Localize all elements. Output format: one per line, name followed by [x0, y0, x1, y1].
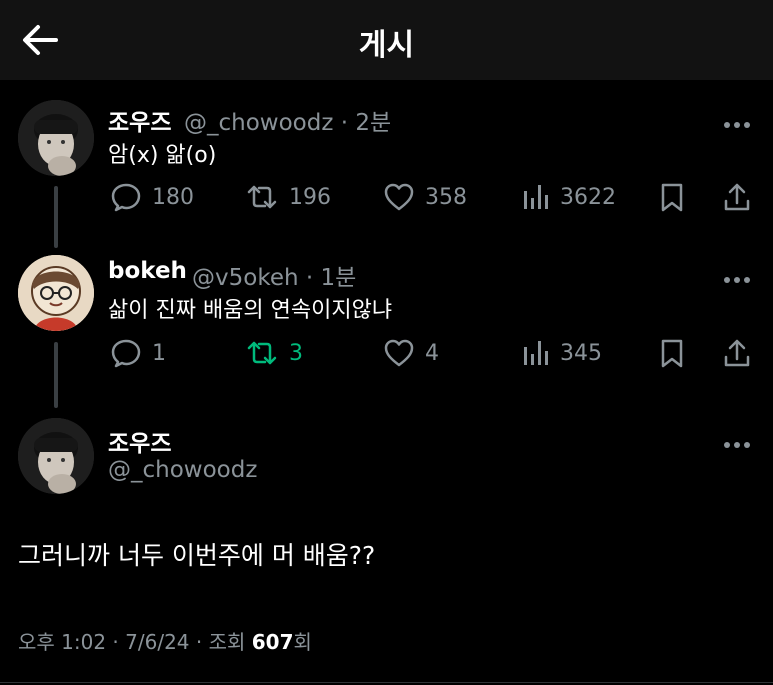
avatar[interactable] — [18, 100, 94, 176]
repost-icon — [247, 185, 277, 209]
avatar[interactable] — [18, 418, 94, 494]
repost-count: 3 — [289, 340, 303, 366]
post-timestamp-views: 오후 1:02 · 7/6/24 · 조회 607회 — [18, 626, 312, 655]
repost-count: 196 — [289, 184, 331, 210]
bookmark-button[interactable] — [660, 336, 684, 370]
analytics-icon — [524, 185, 548, 209]
like-button[interactable]: 4 — [383, 336, 439, 370]
bookmark-icon — [661, 339, 683, 368]
top-bar: 게시 — [0, 0, 773, 80]
view-count: 3622 — [560, 184, 616, 210]
view-count: 345 — [560, 340, 602, 366]
share-button[interactable] — [722, 336, 752, 370]
post-text: 암(x) 앎(o) — [108, 143, 217, 168]
reply-button[interactable]: 1 — [110, 336, 166, 370]
author-name[interactable]: 조우즈 — [108, 424, 171, 458]
reply-count: 180 — [152, 184, 194, 210]
avatar-photo — [18, 100, 94, 176]
avatar-illustration — [18, 255, 94, 331]
thread-line — [54, 342, 58, 408]
repost-button[interactable]: 3 — [245, 336, 303, 370]
bookmark-button[interactable] — [660, 180, 684, 214]
bookmark-icon — [661, 183, 683, 212]
like-count: 358 — [425, 184, 467, 210]
like-button[interactable]: 358 — [383, 180, 467, 214]
author-name[interactable]: bokeh — [108, 258, 187, 284]
more-options-button[interactable] — [724, 268, 756, 283]
repost-button[interactable]: 196 — [245, 180, 331, 214]
reply-count: 1 — [152, 340, 166, 366]
author-handle[interactable]: @_chowoodz — [108, 457, 257, 483]
main-post-text: 그러니까 너두 이번주에 머 배움?? — [18, 541, 376, 570]
views-suffix: 회 — [293, 630, 312, 654]
views-button[interactable]: 345 — [522, 336, 602, 370]
like-count: 4 — [425, 340, 439, 366]
view-count[interactable]: 607 — [252, 630, 294, 654]
share-icon — [724, 339, 750, 367]
author-handle-time[interactable]: @v5okeh · 1분 — [192, 258, 356, 292]
post-text: 삶이 진짜 배움의 연속이지않냐 — [108, 298, 393, 323]
thread-line — [54, 186, 58, 248]
avatar-photo — [18, 418, 94, 494]
heart-icon — [384, 339, 414, 367]
more-options-button[interactable] — [724, 433, 756, 448]
share-button[interactable] — [722, 180, 752, 214]
avatar[interactable] — [18, 255, 94, 331]
author-handle-time[interactable]: @_chowoodz · 2분 — [184, 103, 391, 137]
share-icon — [724, 183, 750, 211]
author-name[interactable]: 조우즈 — [108, 103, 171, 137]
views-button[interactable]: 3622 — [522, 180, 616, 214]
more-options-button[interactable] — [724, 113, 756, 128]
reply-icon — [111, 339, 141, 368]
repost-icon — [247, 341, 277, 365]
analytics-icon — [524, 341, 548, 365]
divider — [0, 682, 773, 683]
page-title: 게시 — [358, 28, 415, 63]
timestamp: 오후 1:02 · 7/6/24 · 조회 — [18, 630, 252, 654]
heart-icon — [384, 183, 414, 211]
reply-button[interactable]: 180 — [110, 180, 194, 214]
reply-icon — [111, 183, 141, 212]
